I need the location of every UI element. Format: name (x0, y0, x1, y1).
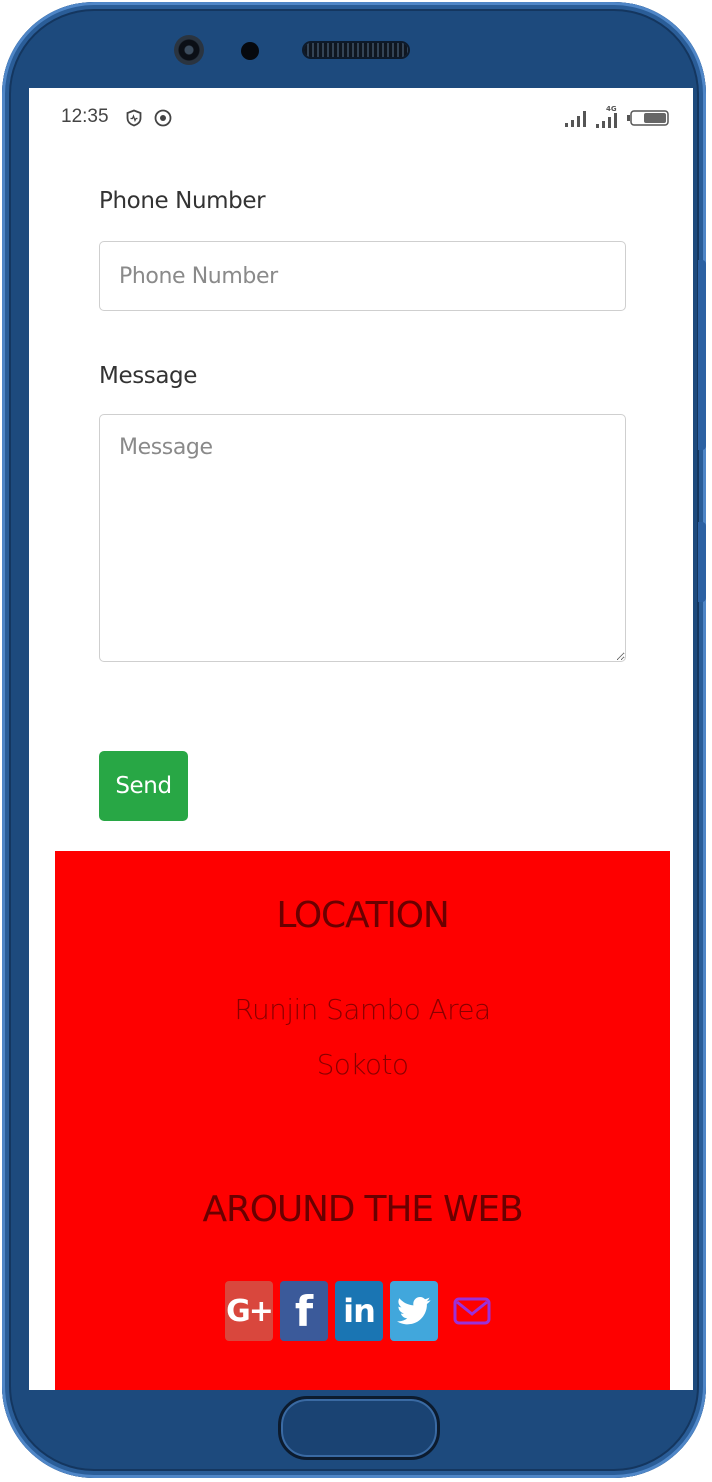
signal-icon (565, 111, 586, 127)
battery-icon (627, 110, 669, 126)
signal-4g-icon: 4G (596, 105, 617, 128)
facebook-glyph: f (294, 1286, 314, 1336)
linkedin-glyph: in (343, 1292, 376, 1330)
screen: 12:35 4G Phone Number Phone Number Messa… (29, 88, 693, 1390)
footer-section: LOCATION Runjin Sambo Area Sokoto AROUND… (55, 851, 670, 1390)
earpiece-speaker (304, 43, 408, 57)
proximity-sensor (241, 42, 259, 60)
power-button (698, 522, 706, 602)
email-icon[interactable] (450, 1281, 494, 1341)
volume-button (698, 260, 706, 450)
phone-frame: 12:35 4G Phone Number Phone Number Messa… (2, 2, 706, 1478)
send-button[interactable]: Send (99, 751, 188, 821)
twitter-icon[interactable] (390, 1281, 438, 1341)
status-bar: 12:35 4G (29, 88, 693, 148)
message-input[interactable] (99, 414, 626, 662)
location-heading: LOCATION (276, 895, 450, 936)
message-label: Message (99, 363, 198, 389)
around-the-web-heading: AROUND THE WEB (202, 1189, 524, 1230)
facebook-icon[interactable]: f (280, 1281, 328, 1341)
front-camera-icon (174, 35, 204, 65)
google-plus-icon[interactable]: G+ (225, 1281, 274, 1341)
google-plus-glyph: G+ (226, 1293, 274, 1329)
phone-number-label: Phone Number (99, 188, 266, 214)
address-line-1: Runjin Sambo Area (234, 993, 491, 1026)
shield-icon (126, 109, 142, 127)
home-button[interactable] (278, 1396, 440, 1460)
twitter-bird-icon (397, 1296, 431, 1325)
eye-icon (154, 109, 172, 127)
phone-number-input[interactable] (99, 241, 626, 311)
envelope-icon (453, 1297, 491, 1325)
status-time: 12:35 (61, 106, 109, 127)
linkedin-icon[interactable]: in (335, 1281, 383, 1341)
address-line-2: Sokoto (316, 1048, 409, 1081)
network-type-label: 4G (606, 105, 617, 113)
